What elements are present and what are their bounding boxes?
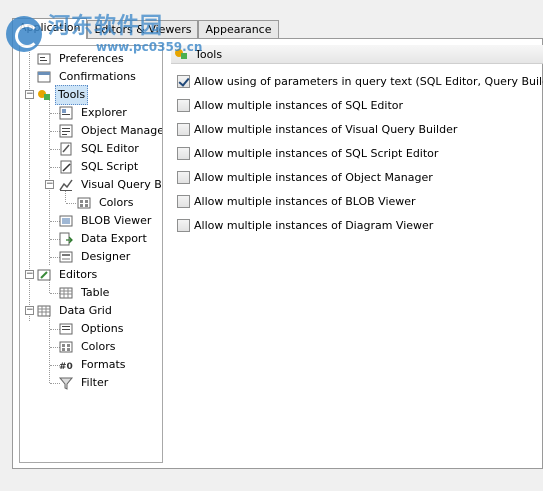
options-icon <box>58 321 74 337</box>
formats-icon: #0 <box>58 357 74 373</box>
tree-item-explorer[interactable]: Explorer <box>58 104 131 122</box>
option-multiple-query-builder[interactable]: Allow multiple instances of Visual Query… <box>177 121 457 137</box>
tab-application[interactable]: Application <box>12 18 88 39</box>
checkbox[interactable] <box>177 122 190 136</box>
tree-label: Formats <box>81 358 126 371</box>
tree-label: Data Grid <box>59 304 112 317</box>
svg-text:#0: #0 <box>59 362 73 372</box>
checkbox[interactable] <box>177 146 190 160</box>
tree-item-preferences[interactable]: Preferences <box>36 50 128 68</box>
tree-label: Designer <box>81 250 131 263</box>
object-manager-icon <box>58 123 74 139</box>
tree-label: Options <box>81 322 124 335</box>
tree-label: BLOB Viewer <box>81 214 152 227</box>
tab-bar: Application Editors & Viewers Appearance <box>12 18 279 39</box>
option-label: Allow multiple instances of SQL Editor <box>194 98 404 112</box>
option-multiple-object-manager[interactable]: Allow multiple instances of Object Manag… <box>177 169 433 185</box>
panel-header: Tools <box>171 45 543 64</box>
tree-label: Explorer <box>81 106 127 119</box>
query-builder-icon <box>58 177 74 193</box>
collapse-editors-icon[interactable]: − <box>25 270 34 279</box>
option-multiple-sql-script-editor[interactable]: Allow multiple instances of SQL Script E… <box>177 145 438 161</box>
checkbox[interactable] <box>177 194 190 208</box>
colors-icon <box>58 339 74 355</box>
tree-label: Confirmations <box>59 70 136 83</box>
tree-item-options[interactable]: Options <box>58 320 127 338</box>
tab-content: Preferences Confirmations − Tools Explor… <box>12 38 543 469</box>
tools-icon <box>36 87 52 103</box>
tools-icon <box>173 46 189 62</box>
tree-item-object-manager[interactable]: Object Manager <box>58 122 163 140</box>
tree-label: SQL Script <box>81 160 139 173</box>
option-label: Allow multiple instances of Visual Query… <box>194 122 458 136</box>
tree-item-sql-script[interactable]: SQL Script <box>58 158 142 176</box>
tree-item-data-grid[interactable]: Data Grid <box>36 302 116 320</box>
tree-label: Visual Query Builder <box>81 178 162 191</box>
tab-appearance[interactable]: Appearance <box>198 20 279 39</box>
checkbox[interactable] <box>177 98 190 112</box>
collapse-query-builder-icon[interactable]: − <box>45 180 54 189</box>
filter-icon <box>58 375 74 391</box>
tree-label: Preferences <box>59 52 124 65</box>
option-label: Allow using of parameters in query text … <box>194 74 543 88</box>
tree-item-grid-colors[interactable]: Colors <box>58 338 119 356</box>
tree-line <box>66 203 76 204</box>
tree-label: Table <box>81 286 110 299</box>
designer-icon <box>58 249 74 265</box>
tree-item-blob-viewer[interactable]: BLOB Viewer <box>58 212 155 230</box>
option-label: Allow multiple instances of Diagram View… <box>194 218 434 232</box>
tools-options-panel: Tools Allow using of parameters in query… <box>171 45 543 463</box>
tab-editors-viewers[interactable]: Editors & Viewers <box>87 20 199 39</box>
option-label: Allow multiple instances of Object Manag… <box>194 170 433 184</box>
explorer-icon <box>58 105 74 121</box>
tree-label: Object Manager <box>81 124 163 137</box>
option-label: Allow multiple instances of BLOB Viewer <box>194 194 416 208</box>
checkbox[interactable] <box>177 218 190 232</box>
tree-item-filter[interactable]: Filter <box>58 374 112 392</box>
sql-script-icon <box>58 159 74 175</box>
tree-label: Filter <box>81 376 109 389</box>
option-multiple-blob-viewer[interactable]: Allow multiple instances of BLOB Viewer <box>177 193 416 209</box>
tree-label: Tools <box>55 85 89 105</box>
tree-item-qb-colors[interactable]: Colors <box>76 194 137 212</box>
tree-item-table[interactable]: Table <box>58 284 113 302</box>
tree-label: Colors <box>99 196 134 209</box>
collapse-tools-icon[interactable]: − <box>25 90 34 99</box>
tree-item-visual-query-builder[interactable]: Visual Query Builder <box>58 176 162 194</box>
option-allow-parameters[interactable]: Allow using of parameters in query text … <box>177 73 543 89</box>
tree-item-tools[interactable]: Tools <box>36 85 89 105</box>
tree-item-sql-editor[interactable]: SQL Editor <box>58 140 143 158</box>
data-export-icon <box>58 231 74 247</box>
sql-editor-icon <box>58 141 74 157</box>
tree-item-designer[interactable]: Designer <box>58 248 134 266</box>
checkbox[interactable] <box>177 74 190 88</box>
confirmations-icon <box>36 69 52 85</box>
option-multiple-diagram-viewer[interactable]: Allow multiple instances of Diagram View… <box>177 217 433 233</box>
option-label: Allow multiple instances of SQL Script E… <box>194 146 439 160</box>
tree-label: Data Export <box>81 232 147 245</box>
colors-icon <box>76 195 92 211</box>
checkbox[interactable] <box>177 170 190 184</box>
tree-item-formats[interactable]: #0 Formats <box>58 356 130 374</box>
tree-line <box>49 316 50 383</box>
tree-label: Editors <box>59 268 98 281</box>
preferences-icon <box>36 51 52 67</box>
panel-title: Tools <box>195 47 223 61</box>
tree-label: Colors <box>81 340 116 353</box>
options-tree[interactable]: Preferences Confirmations − Tools Explor… <box>19 45 163 463</box>
tree-item-confirmations[interactable]: Confirmations <box>36 68 140 86</box>
editors-icon <box>36 267 52 283</box>
data-grid-icon <box>36 303 52 319</box>
tree-item-data-export[interactable]: Data Export <box>58 230 151 248</box>
tree-item-editors[interactable]: Editors <box>36 266 101 284</box>
collapse-data-grid-icon[interactable]: − <box>25 306 34 315</box>
blob-viewer-icon <box>58 213 74 229</box>
table-icon <box>58 285 74 301</box>
tree-label: SQL Editor <box>81 142 139 155</box>
option-multiple-sql-editor[interactable]: Allow multiple instances of SQL Editor <box>177 97 403 113</box>
